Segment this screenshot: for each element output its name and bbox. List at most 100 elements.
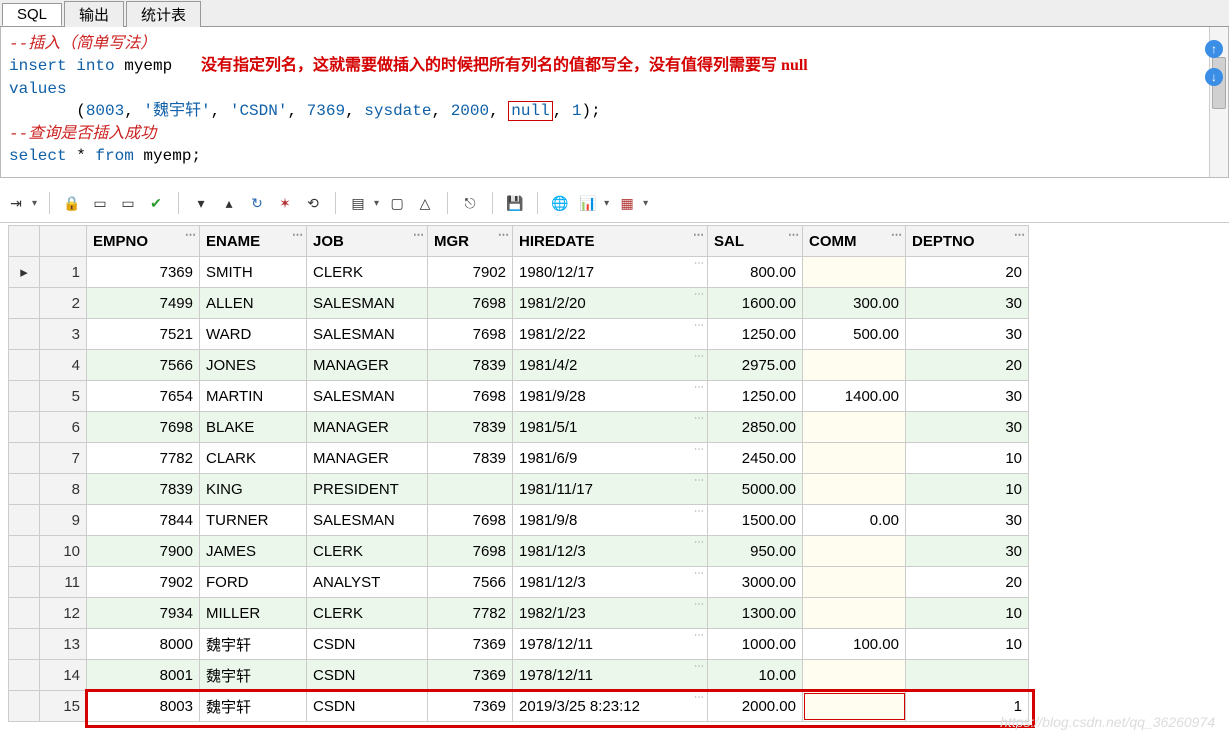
- cell-job[interactable]: SALESMAN: [307, 319, 428, 350]
- table-row[interactable]: 127934MILLERCLERK77821982/1/23⋯1300.0010: [9, 598, 1029, 629]
- table-row[interactable]: ▸17369SMITHCLERK79021980/12/17⋯800.0020: [9, 257, 1029, 288]
- table-row[interactable]: 138000魏宇轩CSDN73691978/12/11⋯1000.00100.0…: [9, 629, 1029, 660]
- cell-job[interactable]: MANAGER: [307, 412, 428, 443]
- cell-deptno[interactable]: 30: [906, 536, 1029, 567]
- column-hiredate[interactable]: HIREDATE⋯: [513, 226, 708, 257]
- cell-mgr[interactable]: 7839: [428, 443, 513, 474]
- cell-sal[interactable]: 2000.00: [708, 691, 803, 722]
- cell-job[interactable]: SALESMAN: [307, 288, 428, 319]
- cell-job[interactable]: MANAGER: [307, 443, 428, 474]
- cell-mgr[interactable]: 7698: [428, 536, 513, 567]
- cell-sal[interactable]: 1000.00: [708, 629, 803, 660]
- cell-comm[interactable]: [803, 536, 906, 567]
- cell-comm[interactable]: [803, 443, 906, 474]
- cell-deptno[interactable]: 30: [906, 381, 1029, 412]
- cell-job[interactable]: CSDN: [307, 660, 428, 691]
- cell-deptno[interactable]: 30: [906, 505, 1029, 536]
- cell-mgr[interactable]: 7902: [428, 257, 513, 288]
- cell-empno[interactable]: 7934: [87, 598, 200, 629]
- cell-sal[interactable]: 1300.00: [708, 598, 803, 629]
- column-ename[interactable]: ENAME⋯: [200, 226, 307, 257]
- cell-sal[interactable]: 3000.00: [708, 567, 803, 598]
- cell-comm[interactable]: [803, 474, 906, 505]
- cell-job[interactable]: CSDN: [307, 691, 428, 722]
- cell-comm[interactable]: [803, 412, 906, 443]
- cell-comm[interactable]: [803, 691, 906, 722]
- column-empno[interactable]: EMPNO⋯: [87, 226, 200, 257]
- cell-hiredate[interactable]: 1981/6/9⋯: [513, 443, 708, 474]
- cell-empno[interactable]: 7566: [87, 350, 200, 381]
- table-row[interactable]: 57654MARTINSALESMAN76981981/9/28⋯1250.00…: [9, 381, 1029, 412]
- cell-comm[interactable]: [803, 598, 906, 629]
- refresh-icon[interactable]: ↻: [247, 193, 267, 213]
- cell-comm[interactable]: [803, 567, 906, 598]
- cell-comm[interactable]: 0.00: [803, 505, 906, 536]
- table-row[interactable]: 148001魏宇轩CSDN73691978/12/11⋯10.00: [9, 660, 1029, 691]
- delete-row-icon[interactable]: ▭: [118, 193, 138, 213]
- filter-desc-icon[interactable]: ▴: [219, 193, 239, 213]
- cell-hiredate[interactable]: 1978/12/11⋯: [513, 660, 708, 691]
- cell-empno[interactable]: 7900: [87, 536, 200, 567]
- cell-hiredate[interactable]: 1981/2/20⋯: [513, 288, 708, 319]
- cell-job[interactable]: CSDN: [307, 629, 428, 660]
- cell-hiredate[interactable]: 1981/12/3⋯: [513, 536, 708, 567]
- cell-empno[interactable]: 7902: [87, 567, 200, 598]
- cell-job[interactable]: CLERK: [307, 598, 428, 629]
- cell-ename[interactable]: MARTIN: [200, 381, 307, 412]
- clear-icon[interactable]: ⟲: [303, 193, 323, 213]
- table-row[interactable]: 47566JONESMANAGER78391981/4/2⋯2975.0020: [9, 350, 1029, 381]
- chart-icon[interactable]: 📊: [578, 193, 598, 213]
- cell-ename[interactable]: JONES: [200, 350, 307, 381]
- cell-deptno[interactable]: 10: [906, 629, 1029, 660]
- cell-ename[interactable]: 魏宇轩: [200, 660, 307, 691]
- table-row[interactable]: 27499ALLENSALESMAN76981981/2/20⋯1600.003…: [9, 288, 1029, 319]
- cell-deptno[interactable]: 30: [906, 288, 1029, 319]
- cell-sal[interactable]: 1600.00: [708, 288, 803, 319]
- cell-deptno[interactable]: 20: [906, 567, 1029, 598]
- table-row[interactable]: 107900JAMESCLERK76981981/12/3⋯950.0030: [9, 536, 1029, 567]
- cell-ename[interactable]: CLARK: [200, 443, 307, 474]
- cell-empno[interactable]: 8001: [87, 660, 200, 691]
- cell-comm[interactable]: [803, 350, 906, 381]
- cell-ename[interactable]: WARD: [200, 319, 307, 350]
- cell-job[interactable]: SALESMAN: [307, 381, 428, 412]
- cell-mgr[interactable]: 7369: [428, 629, 513, 660]
- cell-comm[interactable]: 1400.00: [803, 381, 906, 412]
- cell-comm[interactable]: [803, 660, 906, 691]
- cell-deptno[interactable]: 10: [906, 598, 1029, 629]
- cell-empno[interactable]: 7698: [87, 412, 200, 443]
- cell-ename[interactable]: FORD: [200, 567, 307, 598]
- table-row[interactable]: 87839KINGPRESIDENT1981/11/17⋯5000.0010: [9, 474, 1029, 505]
- cell-job[interactable]: ANALYST: [307, 567, 428, 598]
- grid-view-icon[interactable]: ▤: [348, 193, 368, 213]
- cell-ename[interactable]: SMITH: [200, 257, 307, 288]
- cell-mgr[interactable]: 7369: [428, 660, 513, 691]
- cell-mgr[interactable]: 7369: [428, 691, 513, 722]
- column-sal[interactable]: SAL⋯: [708, 226, 803, 257]
- cell-comm[interactable]: 300.00: [803, 288, 906, 319]
- cell-job[interactable]: CLERK: [307, 536, 428, 567]
- cell-empno[interactable]: 8000: [87, 629, 200, 660]
- cell-empno[interactable]: 7521: [87, 319, 200, 350]
- single-view-icon[interactable]: ▢: [387, 193, 407, 213]
- arrow-down-button[interactable]: ↓: [1205, 68, 1223, 86]
- table-icon[interactable]: ▦: [617, 193, 637, 213]
- cell-comm[interactable]: 500.00: [803, 319, 906, 350]
- cell-deptno[interactable]: [906, 660, 1029, 691]
- cell-ename[interactable]: 魏宇轩: [200, 629, 307, 660]
- tab-output[interactable]: 输出: [64, 1, 124, 27]
- add-row-icon[interactable]: ▭: [90, 193, 110, 213]
- cell-sal[interactable]: 1250.00: [708, 319, 803, 350]
- collapse-icon[interactable]: △: [415, 193, 435, 213]
- cell-sal[interactable]: 950.00: [708, 536, 803, 567]
- globe-icon[interactable]: 🌐: [550, 193, 570, 213]
- cell-empno[interactable]: 7654: [87, 381, 200, 412]
- cell-mgr[interactable]: 7698: [428, 288, 513, 319]
- cell-empno[interactable]: 7782: [87, 443, 200, 474]
- cell-comm[interactable]: [803, 257, 906, 288]
- save-icon[interactable]: 💾: [505, 193, 525, 213]
- cell-hiredate[interactable]: 1981/9/8⋯: [513, 505, 708, 536]
- cell-ename[interactable]: MILLER: [200, 598, 307, 629]
- cell-mgr[interactable]: 7782: [428, 598, 513, 629]
- cell-hiredate[interactable]: 2019/3/25 8:23:12⋯: [513, 691, 708, 722]
